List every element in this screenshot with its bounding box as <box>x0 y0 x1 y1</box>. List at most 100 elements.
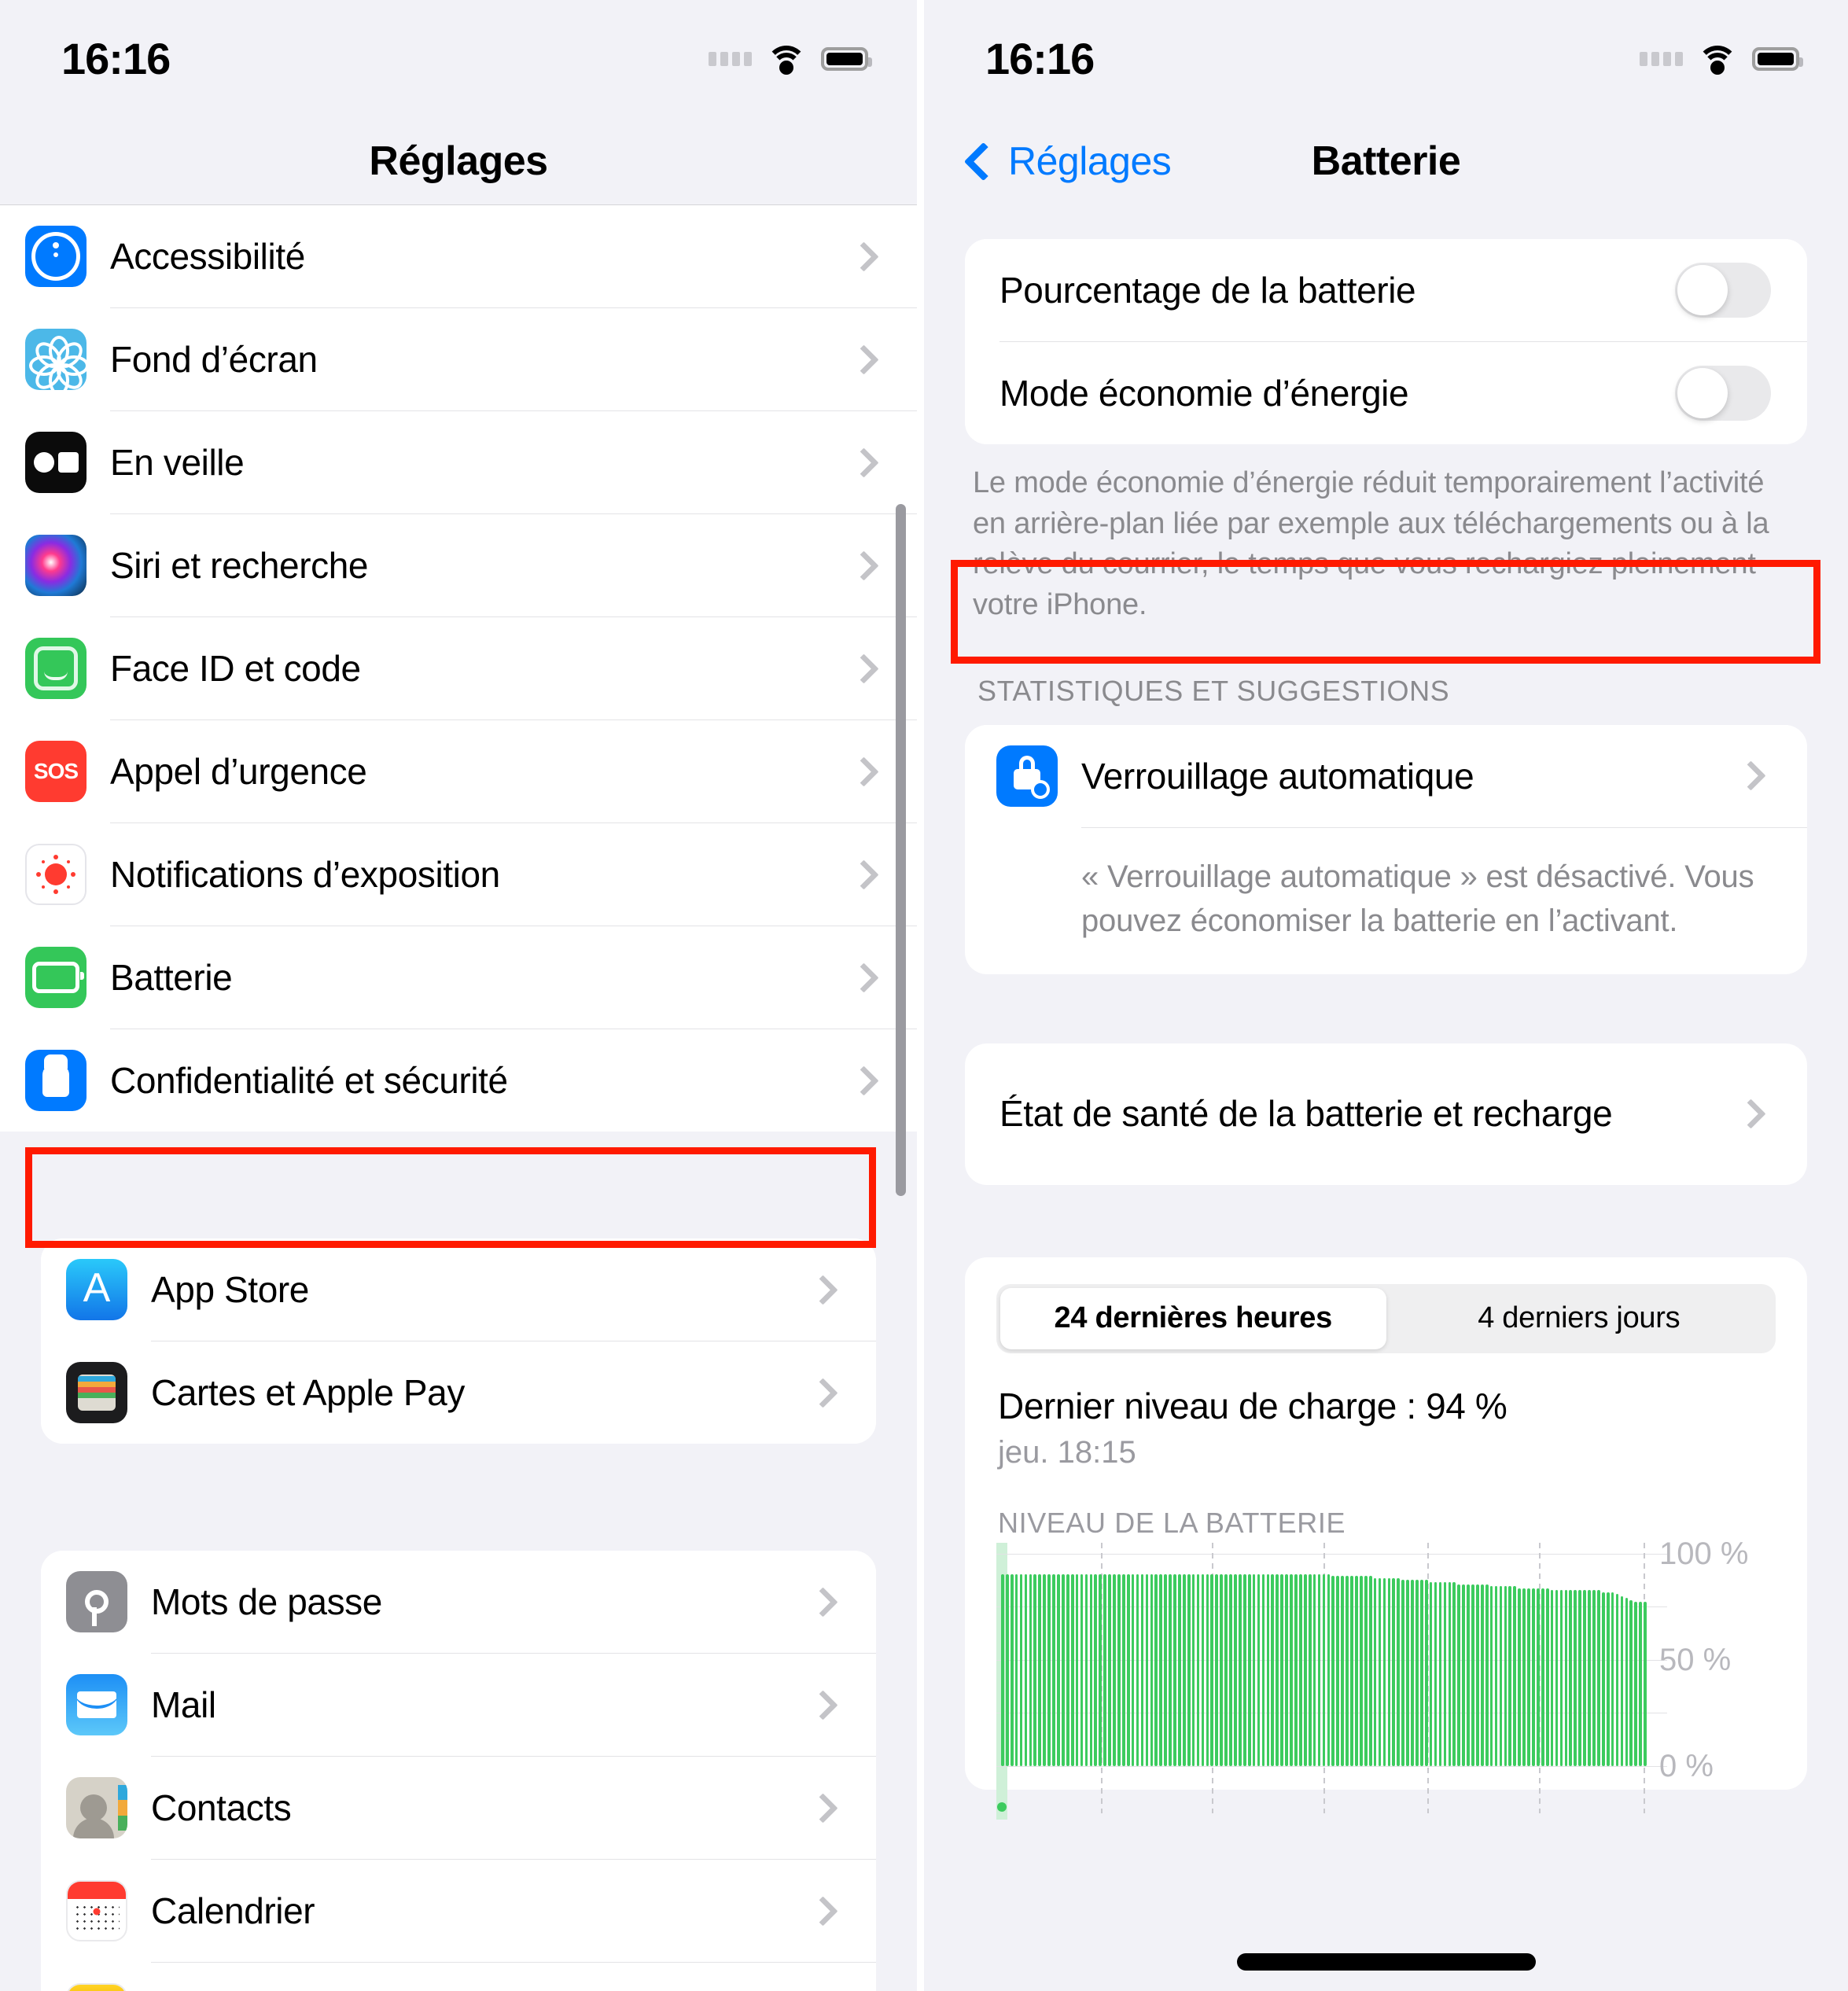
sidebar-item-label: Batterie <box>110 957 233 998</box>
sidebar-item-label: Calendrier <box>151 1890 315 1931</box>
row-mode-economie-energie[interactable]: Mode économie d’énergie <box>965 342 1807 444</box>
settings-group-system: Accessibilité Fond d’écran En veille Sir… <box>0 205 917 1132</box>
chart-bar <box>1024 1573 1028 1766</box>
battery-icon <box>25 947 87 1008</box>
sidebar-item-notifications-exposition[interactable]: Notifications d’exposition <box>0 823 917 926</box>
chart-bar <box>1467 1584 1470 1766</box>
chart-bar <box>1303 1573 1307 1766</box>
chart-bar <box>1070 1573 1074 1766</box>
sidebar-item-en-veille[interactable]: En veille <box>0 411 917 513</box>
chart-bar <box>1644 1602 1647 1766</box>
chevron-right-icon <box>849 653 879 684</box>
chart-bar <box>1434 1582 1438 1766</box>
chart-bar <box>1634 1602 1638 1766</box>
nav-bar-left: Réglages <box>0 118 917 204</box>
sidebar-item-batterie[interactable]: Batterie <box>0 926 917 1029</box>
chart-bar <box>1029 1573 1033 1766</box>
segment-24-heures[interactable]: 24 dernières heures <box>1000 1287 1386 1349</box>
settings-list[interactable]: Accessibilité Fond d’écran En veille Sir… <box>0 205 917 1991</box>
chart-bar <box>1494 1586 1498 1766</box>
siri-icon <box>25 535 87 596</box>
row-pourcentage-batterie[interactable]: Pourcentage de la batterie <box>965 239 1807 341</box>
appstore-icon: A <box>66 1259 127 1320</box>
chart-bar <box>1401 1580 1404 1766</box>
chart-bar <box>1578 1590 1581 1766</box>
sidebar-item-app-store[interactable]: A App Store <box>41 1238 876 1341</box>
sidebar-item-notes[interactable]: Notes <box>41 1963 876 1991</box>
chart-bar <box>1392 1577 1396 1766</box>
chevron-right-icon <box>849 550 879 581</box>
back-button[interactable]: Réglages <box>963 138 1172 184</box>
chart-bar <box>1424 1580 1428 1766</box>
page-title: Batterie <box>1311 138 1461 184</box>
chart-bar <box>1327 1573 1331 1766</box>
gridline-0 <box>996 1765 1667 1767</box>
sidebar-item-mail[interactable]: Mail <box>41 1654 876 1756</box>
gridline-100 <box>996 1553 1667 1555</box>
chart-bar <box>1452 1582 1456 1766</box>
sidebar-item-confidentialite[interactable]: Confidentialité et sécurité <box>0 1029 917 1132</box>
chart-bar <box>1108 1573 1111 1766</box>
sidebar-item-mots-de-passe[interactable]: Mots de passe <box>41 1551 876 1653</box>
sidebar-item-face-id[interactable]: Face ID et code <box>0 617 917 719</box>
settings-group-apps: Mots de passe Mail Contacts Calendrier <box>41 1551 876 1991</box>
chevron-right-icon <box>849 447 879 478</box>
toggle-label: Pourcentage de la batterie <box>999 270 1416 311</box>
vertical-scrollbar[interactable] <box>896 504 906 1196</box>
time-range-segmented-control[interactable]: 24 dernières heures 4 derniers jours <box>996 1283 1776 1353</box>
sidebar-item-label: Cartes et Apple Pay <box>151 1372 465 1413</box>
row-verrouillage-automatique[interactable]: Verrouillage automatique <box>965 724 1807 827</box>
battery-screen: 16:16 Réglages Batterie Pourcentage de l… <box>924 0 1848 1991</box>
chart-bar <box>1239 1573 1242 1766</box>
chart-bar <box>1429 1582 1433 1766</box>
standby-icon <box>25 432 87 493</box>
sidebar-item-siri[interactable]: Siri et recherche <box>0 514 917 616</box>
settings-group-store: A App Store Cartes et Apple Pay <box>41 1238 876 1444</box>
chevron-right-icon <box>849 241 879 272</box>
battery-level-chart: 100 % 50 % 0 % <box>996 1536 1776 1820</box>
chart-bar <box>1350 1576 1353 1766</box>
chart-bar <box>1615 1594 1619 1766</box>
section-header-stats: STATISTIQUES ET SUGGESTIONS <box>977 674 1450 707</box>
settings-screen: 16:16 Réglages Accessibilité Fond d’écra… <box>0 0 924 1991</box>
chart-bar <box>1075 1573 1079 1766</box>
sidebar-item-fond-decran[interactable]: Fond d’écran <box>0 308 917 410</box>
sidebar-item-contacts[interactable]: Contacts <box>41 1757 876 1859</box>
chart-bar <box>1583 1590 1586 1766</box>
chart-bar <box>1019 1573 1023 1766</box>
chart-bar <box>1099 1573 1103 1766</box>
sidebar-item-cartes-apple-pay[interactable]: Cartes et Apple Pay <box>41 1341 876 1444</box>
chart-bar <box>1545 1588 1549 1766</box>
chart-bar <box>1480 1584 1484 1766</box>
sidebar-item-accessibilite[interactable]: Accessibilité <box>0 205 917 307</box>
wallet-icon <box>66 1362 127 1423</box>
chart-bar <box>1038 1573 1042 1766</box>
wifi-icon <box>766 46 807 75</box>
last-charge-timestamp: jeu. 18:15 <box>998 1434 1136 1470</box>
chart-bar <box>1438 1582 1442 1766</box>
sidebar-item-calendrier[interactable]: Calendrier <box>41 1860 876 1962</box>
chart-bar <box>1169 1573 1172 1766</box>
battery-content[interactable]: Pourcentage de la batterie Mode économie… <box>924 204 1848 1991</box>
chevron-right-icon <box>849 1065 879 1096</box>
chart-bar <box>1159 1573 1163 1766</box>
chart-bar <box>1242 1573 1246 1766</box>
segment-4-jours[interactable]: 4 derniers jours <box>1386 1288 1773 1349</box>
row-etat-sante-batterie[interactable]: État de santé de la batterie et recharge <box>965 1043 1807 1185</box>
group-gap <box>0 1185 917 1238</box>
low-power-mode-toggle[interactable] <box>1675 366 1771 421</box>
chart-bar <box>1247 1573 1251 1766</box>
chart-bar <box>1080 1573 1084 1766</box>
autolock-label: Verrouillage automatique <box>1081 755 1474 797</box>
chart-bar <box>1448 1582 1452 1766</box>
chart-bar <box>1187 1573 1191 1766</box>
chevron-left-icon <box>963 142 1003 181</box>
battery-percentage-toggle[interactable] <box>1675 263 1771 318</box>
chart-bar <box>1252 1573 1256 1766</box>
chart-bar <box>1210 1573 1214 1766</box>
chart-bar <box>1411 1580 1414 1766</box>
chevron-right-icon <box>1736 760 1766 791</box>
sidebar-item-appel-urgence[interactable]: SOS Appel d’urgence <box>0 720 917 823</box>
chart-plot-area <box>996 1542 1667 1820</box>
chart-bar <box>1178 1573 1181 1766</box>
